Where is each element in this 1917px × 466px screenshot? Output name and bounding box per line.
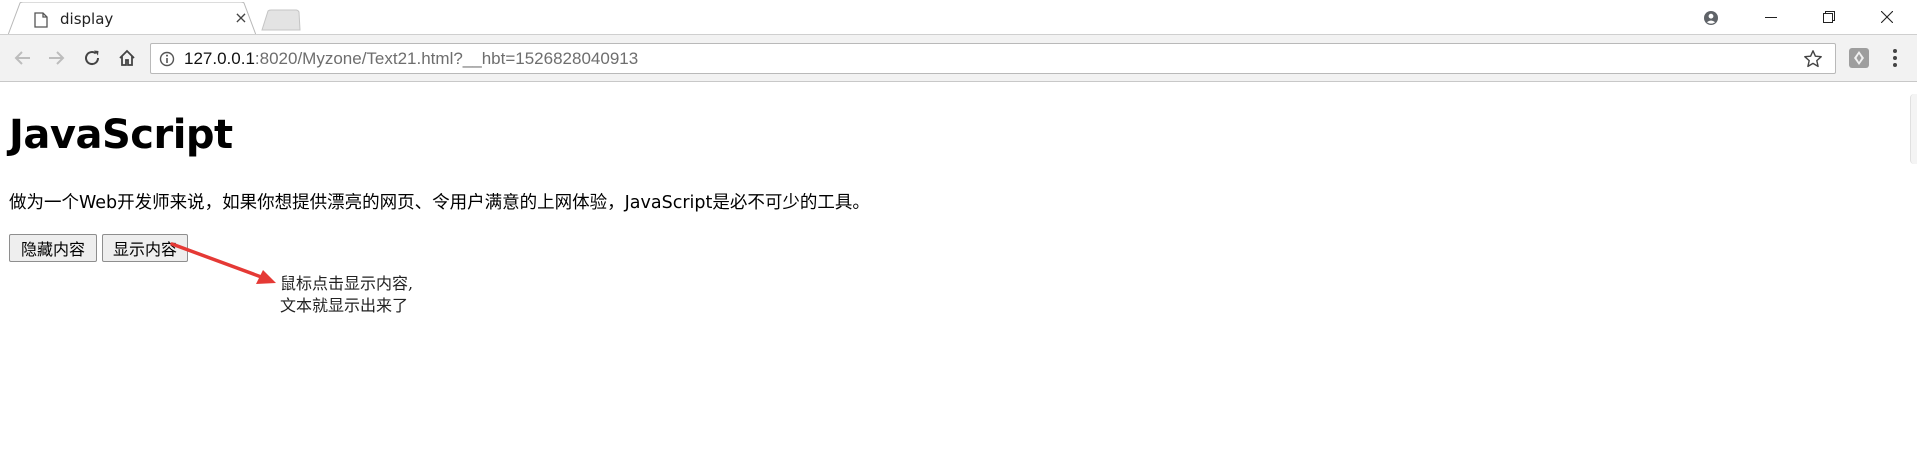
forward-button[interactable] <box>43 45 69 71</box>
restore-button[interactable] <box>1806 0 1852 34</box>
info-icon[interactable] <box>159 51 175 67</box>
restore-icon <box>1823 11 1835 23</box>
annotation-line-1: 鼠标点击显示内容, <box>280 274 414 293</box>
browser-toolbar: 127.0.0.1:8020/Myzone/Text21.html?__hbt=… <box>0 35 1917 82</box>
back-button[interactable] <box>10 45 36 71</box>
reload-icon <box>85 50 100 66</box>
close-window-button[interactable] <box>1864 0 1910 34</box>
extension-icon[interactable] <box>1848 47 1870 69</box>
url-text[interactable]: 127.0.0.1:8020/Myzone/Text21.html?__hbt=… <box>184 49 638 69</box>
browser-tab[interactable]: display × <box>8 2 256 35</box>
forward-arrow-icon <box>49 51 65 65</box>
close-icon <box>1881 11 1893 23</box>
annotation-note: 鼠标点击显示内容, 文本就显示出来了 <box>280 273 413 317</box>
intro-paragraph: 做为一个Web开发师来说，如果你想提供漂亮的网页、令用户满意的上网体验，Java… <box>9 193 870 213</box>
document-icon <box>34 12 48 28</box>
minimize-icon <box>1765 17 1777 18</box>
home-button[interactable] <box>114 45 140 71</box>
account-button[interactable] <box>1687 0 1733 34</box>
page-viewport: JavaScript 做为一个Web开发师来说，如果你想提供漂亮的网页、令用户满… <box>0 82 1917 466</box>
new-tab-button[interactable] <box>260 9 302 31</box>
page-heading: JavaScript <box>9 112 233 158</box>
url-host: 127.0.0.1 <box>184 49 255 68</box>
annotation-arrow <box>170 242 276 284</box>
address-bar[interactable]: 127.0.0.1:8020/Myzone/Text21.html?__hbt=… <box>150 43 1836 74</box>
title-bar: display × <box>0 0 1917 35</box>
home-icon <box>119 49 135 66</box>
close-tab-icon[interactable]: × <box>232 9 250 27</box>
url-path: :8020/Myzone/Text21.html?__hbt=152682804… <box>254 49 639 68</box>
reload-button[interactable] <box>79 45 105 71</box>
star-icon[interactable] <box>1803 49 1823 69</box>
tab-title: display <box>60 10 114 28</box>
minimize-button[interactable] <box>1748 0 1794 34</box>
hide-content-button[interactable]: 隐藏内容 <box>9 234 97 262</box>
scrollbar-edge[interactable] <box>1910 94 1917 164</box>
account-icon <box>1704 11 1718 25</box>
back-arrow-icon <box>14 51 30 65</box>
annotation-line-2: 文本就显示出来了 <box>280 296 409 315</box>
kebab-menu-icon[interactable] <box>1887 47 1903 69</box>
